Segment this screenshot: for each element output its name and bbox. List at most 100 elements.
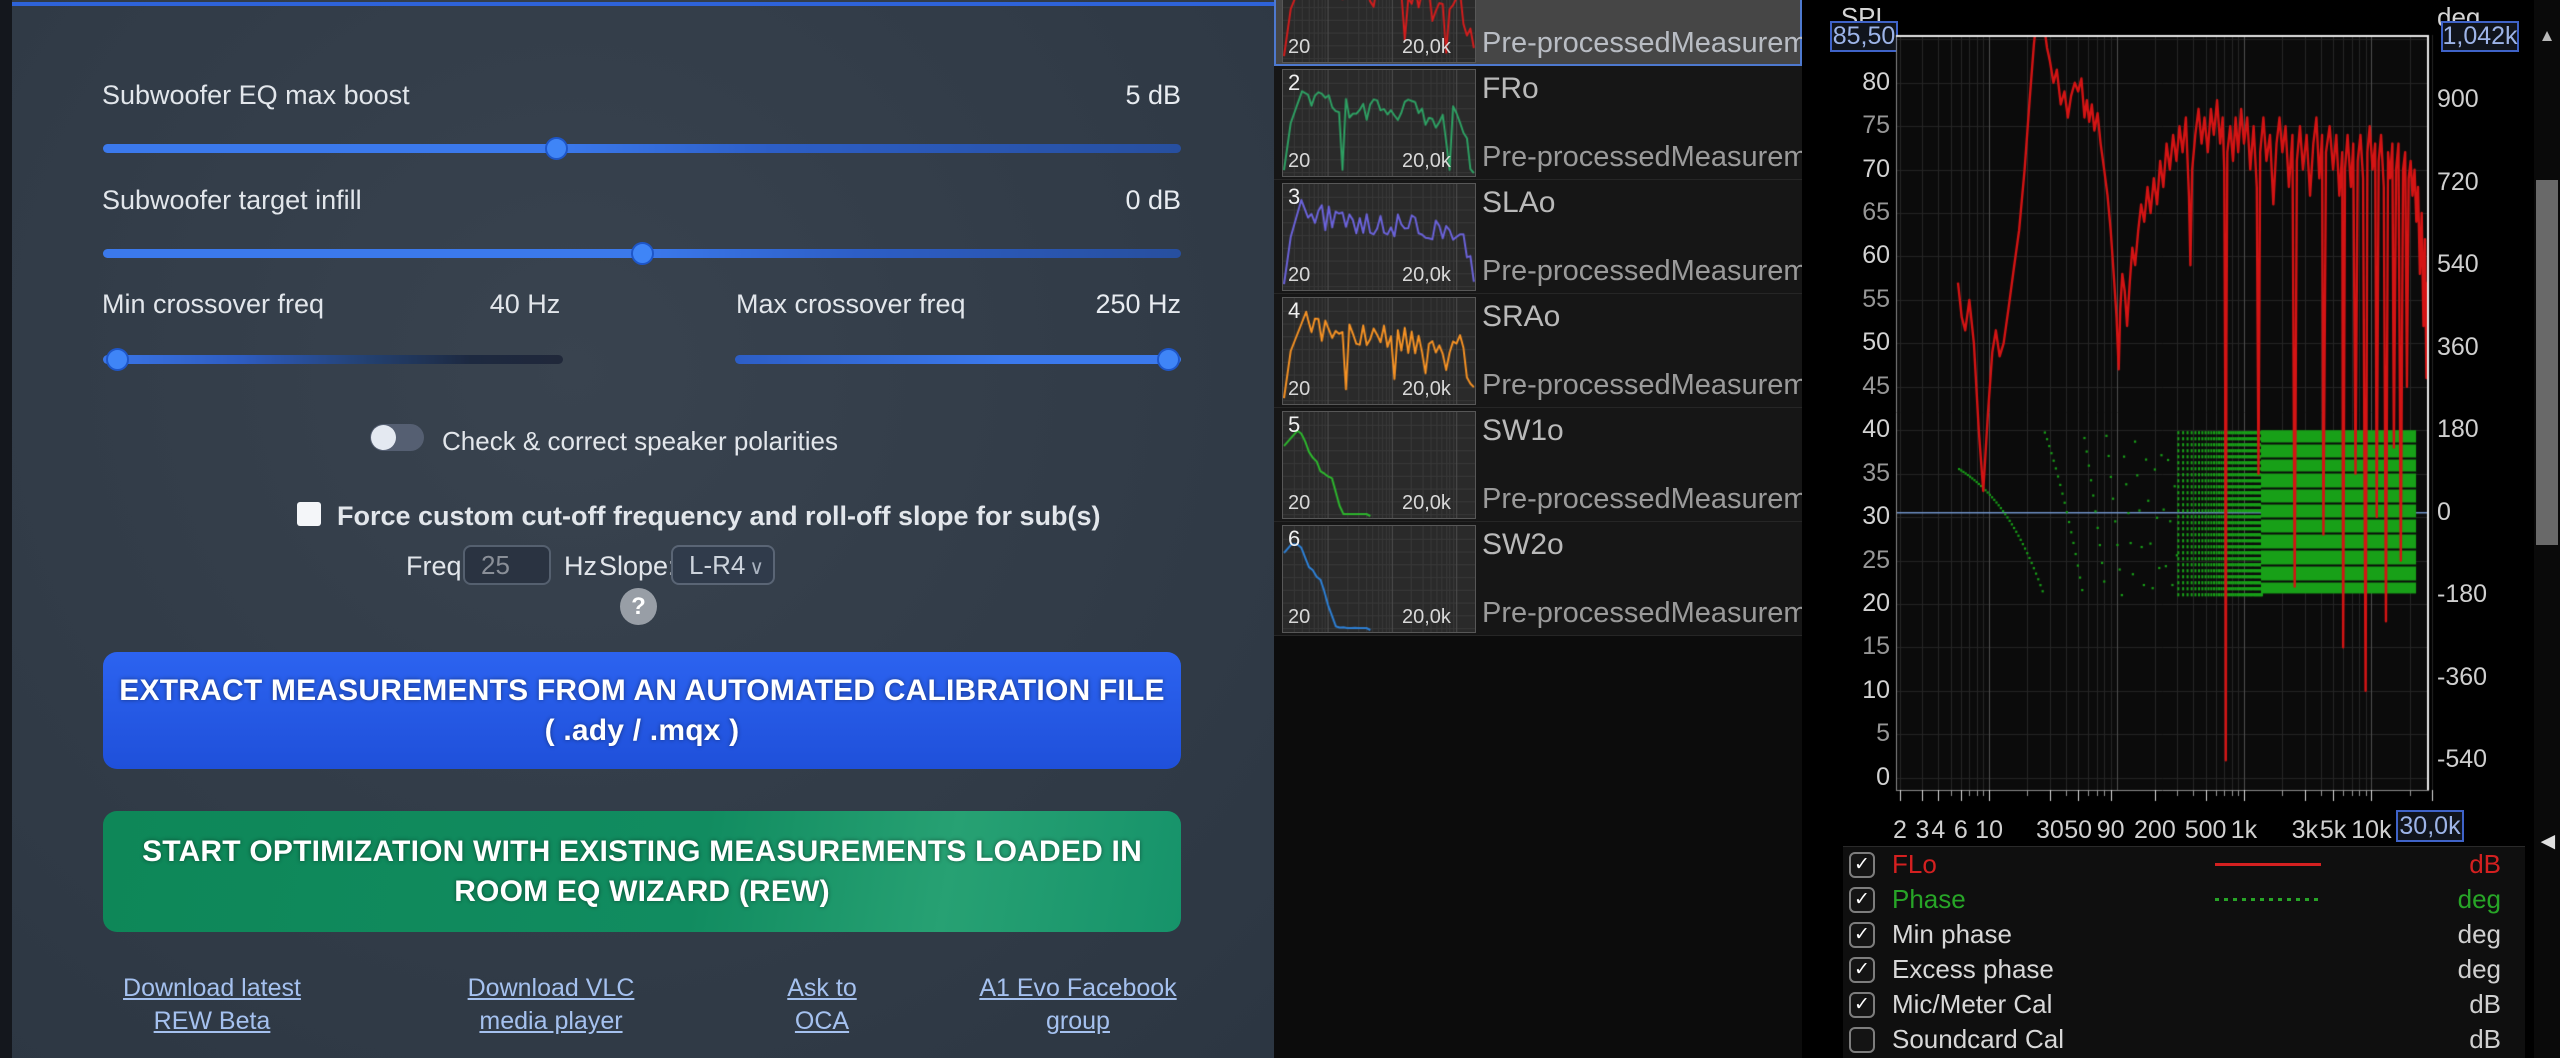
slope-select-value: L-R4 <box>689 550 745 581</box>
spl-max-box[interactable]: 85,50 <box>1830 21 1898 52</box>
checkbox-checked-icon[interactable]: ✓ <box>1849 957 1875 983</box>
deg-tick: 720 <box>2437 168 2479 197</box>
spl-tick: 45 <box>1806 372 1890 401</box>
checkbox-unchecked-icon[interactable] <box>1849 1027 1875 1053</box>
min-crossover-slider[interactable] <box>103 355 563 364</box>
deg-tick: 540 <box>2437 250 2479 279</box>
sub-eq-max-boost-value: 5 dB <box>1125 80 1181 111</box>
freq-input[interactable] <box>463 545 551 585</box>
spl-tick: 70 <box>1806 155 1890 184</box>
measurement-row[interactable]: 52020,0kSW1oPre-processedMeasurements_ <box>1274 408 1802 522</box>
spl-tick: 15 <box>1806 632 1890 661</box>
measurement-row[interactable]: 22020,0kFRoPre-processedMeasurements_ <box>1274 66 1802 180</box>
scroll-left-icon[interactable]: ◄ <box>2536 828 2560 856</box>
measurement-file: Pre-processedMeasurements_ <box>1482 255 1802 288</box>
slider-handle[interactable] <box>1157 348 1180 371</box>
spl-tick: 40 <box>1806 415 1890 444</box>
spl-tick: 75 <box>1806 111 1890 140</box>
toggle-knob-icon <box>371 425 396 450</box>
spl-tick: 35 <box>1806 459 1890 488</box>
thumb-min-freq: 20 <box>1288 606 1310 629</box>
measurement-name: SRAo <box>1482 300 1560 334</box>
deg-tick: 0 <box>2437 498 2451 527</box>
max-crossover-label: Max crossover freq <box>736 289 966 320</box>
checkbox-checked-icon[interactable]: ✓ <box>1849 852 1875 878</box>
spl-tick: 60 <box>1806 241 1890 270</box>
checkbox-checked-icon[interactable]: ✓ <box>1849 992 1875 1018</box>
trace-legend: ✓FLodB✓Phasedeg✓Min phasedeg✓Excess phas… <box>1843 846 2525 1058</box>
link-download-rew[interactable]: Download latestREW Beta <box>82 972 342 1038</box>
measurement-file: Pre-processedMeasurements_ <box>1482 27 1802 60</box>
scroll-up-icon[interactable]: ▲ <box>2536 26 2558 46</box>
max-crossover-slider[interactable] <box>735 355 1181 364</box>
slider-handle[interactable] <box>106 348 129 371</box>
start-button-line1: START OPTIMIZATION WITH EXISTING MEASURE… <box>142 832 1142 872</box>
slope-label: Slope: <box>599 551 676 582</box>
hz-label: Hz <box>564 551 597 582</box>
max-crossover-value: 250 Hz <box>1095 289 1181 320</box>
deg-max-box[interactable]: 1,042k <box>2441 21 2519 52</box>
spl-tick: 20 <box>1806 589 1890 618</box>
slope-select[interactable]: L-R4 ∨ <box>671 545 775 585</box>
spl-tick: 30 <box>1806 502 1890 531</box>
start-button-line2: ROOM EQ WIZARD (REW) <box>454 872 830 912</box>
force-custom-checkbox[interactable] <box>297 502 321 526</box>
sub-target-infill-slider[interactable] <box>103 249 1181 258</box>
spl-tick: 80 <box>1806 68 1890 97</box>
checkbox-checked-icon[interactable]: ✓ <box>1849 922 1875 948</box>
thumb-max-freq: 20,0k <box>1402 378 1451 401</box>
measurement-file: Pre-processedMeasurements_ <box>1482 369 1802 402</box>
measurement-name: SW1o <box>1482 414 1564 448</box>
link-ask-oca[interactable]: Ask toOCA <box>692 972 952 1038</box>
thumb-min-freq: 20 <box>1288 264 1310 287</box>
legend-row: ✓Min phasedeg <box>1843 917 2525 952</box>
legend-row: Soundcard Cal dB <box>1843 1022 2525 1057</box>
extract-measurements-button[interactable]: EXTRACT MEASUREMENTS FROM AN AUTOMATED C… <box>103 652 1181 769</box>
thumb-min-freq: 20 <box>1288 36 1310 59</box>
legend-label: Phase <box>1892 884 1966 915</box>
legend-unit: dB <box>2469 849 2501 880</box>
legend-line-sample <box>2215 863 2321 866</box>
freq-label: Freq: <box>406 551 469 582</box>
measurement-number: 3 <box>1288 184 1300 210</box>
legend-label: Min phase <box>1892 919 2012 950</box>
link-download-vlc[interactable]: Download VLCmedia player <box>421 972 681 1038</box>
measurement-row[interactable]: 32020,0kSLAoPre-processedMeasurements_ <box>1274 180 1802 294</box>
app-root: Subwoofer EQ max boost 5 dB Subwoofer ta… <box>0 0 2560 1058</box>
measurement-number: 4 <box>1288 298 1300 324</box>
link-facebook-group[interactable]: A1 Evo Facebookgroup <box>948 972 1208 1038</box>
measurement-number: 5 <box>1288 412 1300 438</box>
freq-max-box[interactable]: 30,0k <box>2396 810 2464 842</box>
spl-tick: 55 <box>1806 285 1890 314</box>
measurement-list: 12020,0kPre-processedMeasurements_22020,… <box>1274 0 1802 1058</box>
spl-phase-plot[interactable] <box>1890 30 2440 810</box>
spl-tick: 0 <box>1806 763 1890 792</box>
spl-tick: 50 <box>1806 328 1890 357</box>
measurement-file: Pre-processedMeasurements_ <box>1482 141 1802 174</box>
measurement-number: 6 <box>1288 526 1300 552</box>
calibration-panel: Subwoofer EQ max boost 5 dB Subwoofer ta… <box>0 0 1274 1058</box>
extract-button-line1: EXTRACT MEASUREMENTS FROM AN AUTOMATED C… <box>119 671 1164 711</box>
thumb-min-freq: 20 <box>1288 150 1310 173</box>
checkbox-checked-icon[interactable]: ✓ <box>1849 887 1875 913</box>
start-optimization-button[interactable]: START OPTIMIZATION WITH EXISTING MEASURE… <box>103 811 1181 932</box>
legend-unit: dB <box>2469 1024 2501 1055</box>
measurement-file: Pre-processedMeasurements_ <box>1482 483 1802 516</box>
measurement-row[interactable]: 62020,0kSW2oPre-processedMeasurements_ <box>1274 522 1802 636</box>
spl-tick: 25 <box>1806 546 1890 575</box>
vertical-scrollbar-thumb[interactable] <box>2536 180 2558 545</box>
slider-handle[interactable] <box>631 242 654 265</box>
legend-row: ✓ FLo dB <box>1843 847 2525 882</box>
measurement-name: FRo <box>1482 72 1539 106</box>
legend-label: FLo <box>1892 849 1937 880</box>
polarity-toggle[interactable] <box>370 424 424 451</box>
chevron-down-icon: ∨ <box>749 555 764 580</box>
help-button[interactable]: ? <box>620 588 657 625</box>
measurement-row[interactable]: 12020,0kPre-processedMeasurements_ <box>1274 0 1802 66</box>
extract-button-line2: ( .ady / .mqx ) <box>545 711 740 751</box>
slider-handle[interactable] <box>545 137 568 160</box>
legend-label: Soundcard Cal <box>1892 1024 2064 1055</box>
measurement-name: SW2o <box>1482 528 1564 562</box>
sub-eq-max-boost-slider[interactable] <box>103 144 1181 153</box>
measurement-row[interactable]: 42020,0kSRAoPre-processedMeasurements_ <box>1274 294 1802 408</box>
